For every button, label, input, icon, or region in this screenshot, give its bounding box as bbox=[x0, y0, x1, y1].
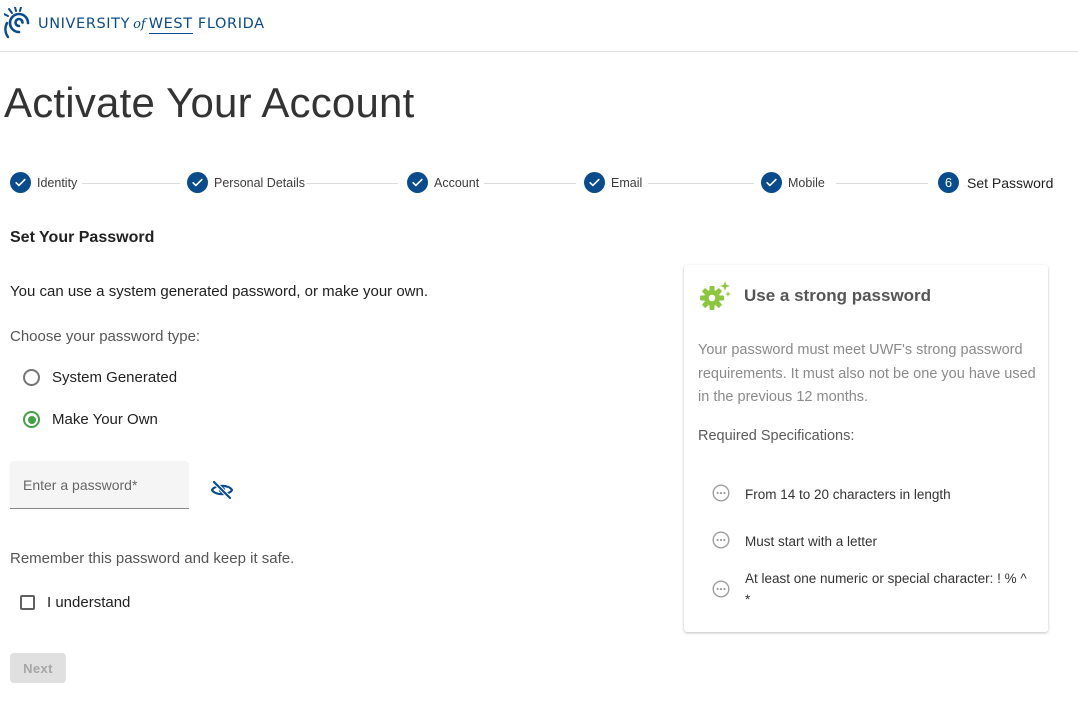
password-type-label: Choose your password type: bbox=[10, 328, 201, 345]
spec-text: At least one numeric or special characte… bbox=[745, 571, 1027, 607]
step-set-password[interactable]: 6 Set Password bbox=[938, 172, 1053, 193]
step-connector bbox=[648, 183, 754, 184]
site-header: UNIVERSITY of WEST FLORIDA bbox=[0, 0, 1078, 52]
spec-item: From 14 to 20 characters in length bbox=[712, 484, 1030, 505]
logo-word-university: UNIVERSITY bbox=[38, 16, 131, 32]
spec-text: From 14 to 20 characters in length bbox=[745, 487, 951, 502]
step-personal-details[interactable]: Personal Details bbox=[187, 172, 305, 193]
page-title: Activate Your Account bbox=[4, 79, 415, 126]
checkbox-label: I understand bbox=[47, 594, 131, 611]
check-icon bbox=[584, 172, 605, 193]
radio-circle[interactable] bbox=[23, 369, 40, 386]
password-input[interactable] bbox=[10, 461, 189, 508]
understand-checkbox[interactable]: I understand bbox=[20, 594, 130, 611]
radio-system-generated[interactable]: System Generated bbox=[23, 369, 177, 386]
spec-item: At least one numeric or special characte… bbox=[712, 568, 1030, 610]
step-number: 6 bbox=[938, 172, 959, 193]
check-icon bbox=[407, 172, 428, 193]
logo-wordmark: UNIVERSITY of WEST FLORIDA bbox=[38, 16, 265, 34]
progress-stepper: Identity Personal Details Account Email … bbox=[10, 172, 1053, 194]
spec-text: Must start with a letter bbox=[745, 534, 878, 549]
pending-dots-icon bbox=[712, 531, 730, 549]
radio-label: System Generated bbox=[52, 369, 178, 386]
check-icon bbox=[10, 172, 31, 193]
card-title: Use a strong password bbox=[744, 286, 932, 305]
password-tips-card: Use a strong password Your password must… bbox=[684, 265, 1048, 632]
step-mobile[interactable]: Mobile bbox=[761, 172, 825, 193]
uwf-logo[interactable]: UNIVERSITY of WEST FLORIDA bbox=[4, 7, 265, 41]
uwf-swirl-logo-icon bbox=[4, 7, 30, 39]
section-title: Set Your Password bbox=[10, 229, 155, 246]
step-connector bbox=[484, 183, 576, 184]
spec-item: Must start with a letter bbox=[712, 531, 1030, 552]
step-account[interactable]: Account bbox=[407, 172, 479, 193]
intro-text: You can use a system generated password,… bbox=[10, 283, 429, 300]
card-description: Your password must meet UWF's strong pas… bbox=[698, 342, 1036, 405]
step-label: Mobile bbox=[788, 175, 825, 190]
gear-sparkle-icon bbox=[699, 280, 731, 312]
pending-dots-icon bbox=[712, 580, 730, 598]
required-specs-label: Required Specifications: bbox=[698, 428, 855, 444]
step-connector bbox=[836, 183, 928, 184]
step-label: Identity bbox=[37, 175, 78, 190]
step-email[interactable]: Email bbox=[584, 172, 642, 193]
step-connector bbox=[306, 183, 398, 184]
logo-word-of: of bbox=[133, 17, 146, 32]
radio-circle-checked[interactable] bbox=[23, 411, 40, 428]
logo-word-west: WEST bbox=[148, 16, 193, 34]
remember-text: Remember this password and keep it safe. bbox=[10, 550, 295, 567]
step-connector bbox=[82, 183, 180, 184]
eye-off-icon[interactable] bbox=[210, 478, 234, 502]
checkbox-box[interactable] bbox=[20, 595, 35, 610]
check-icon bbox=[761, 172, 782, 193]
logo-word-florida: FLORIDA bbox=[197, 16, 265, 32]
password-field[interactable] bbox=[10, 461, 189, 509]
step-label: Set Password bbox=[967, 174, 1054, 191]
step-label: Personal Details bbox=[214, 175, 306, 190]
radio-label: Make Your Own bbox=[52, 411, 158, 428]
step-identity[interactable]: Identity bbox=[10, 172, 77, 193]
step-label: Account bbox=[434, 175, 480, 190]
step-label: Email bbox=[611, 175, 643, 190]
radio-make-your-own[interactable]: Make Your Own bbox=[23, 411, 158, 428]
check-icon bbox=[187, 172, 208, 193]
next-button[interactable]: Next bbox=[10, 653, 66, 683]
pending-dots-icon bbox=[712, 484, 730, 502]
